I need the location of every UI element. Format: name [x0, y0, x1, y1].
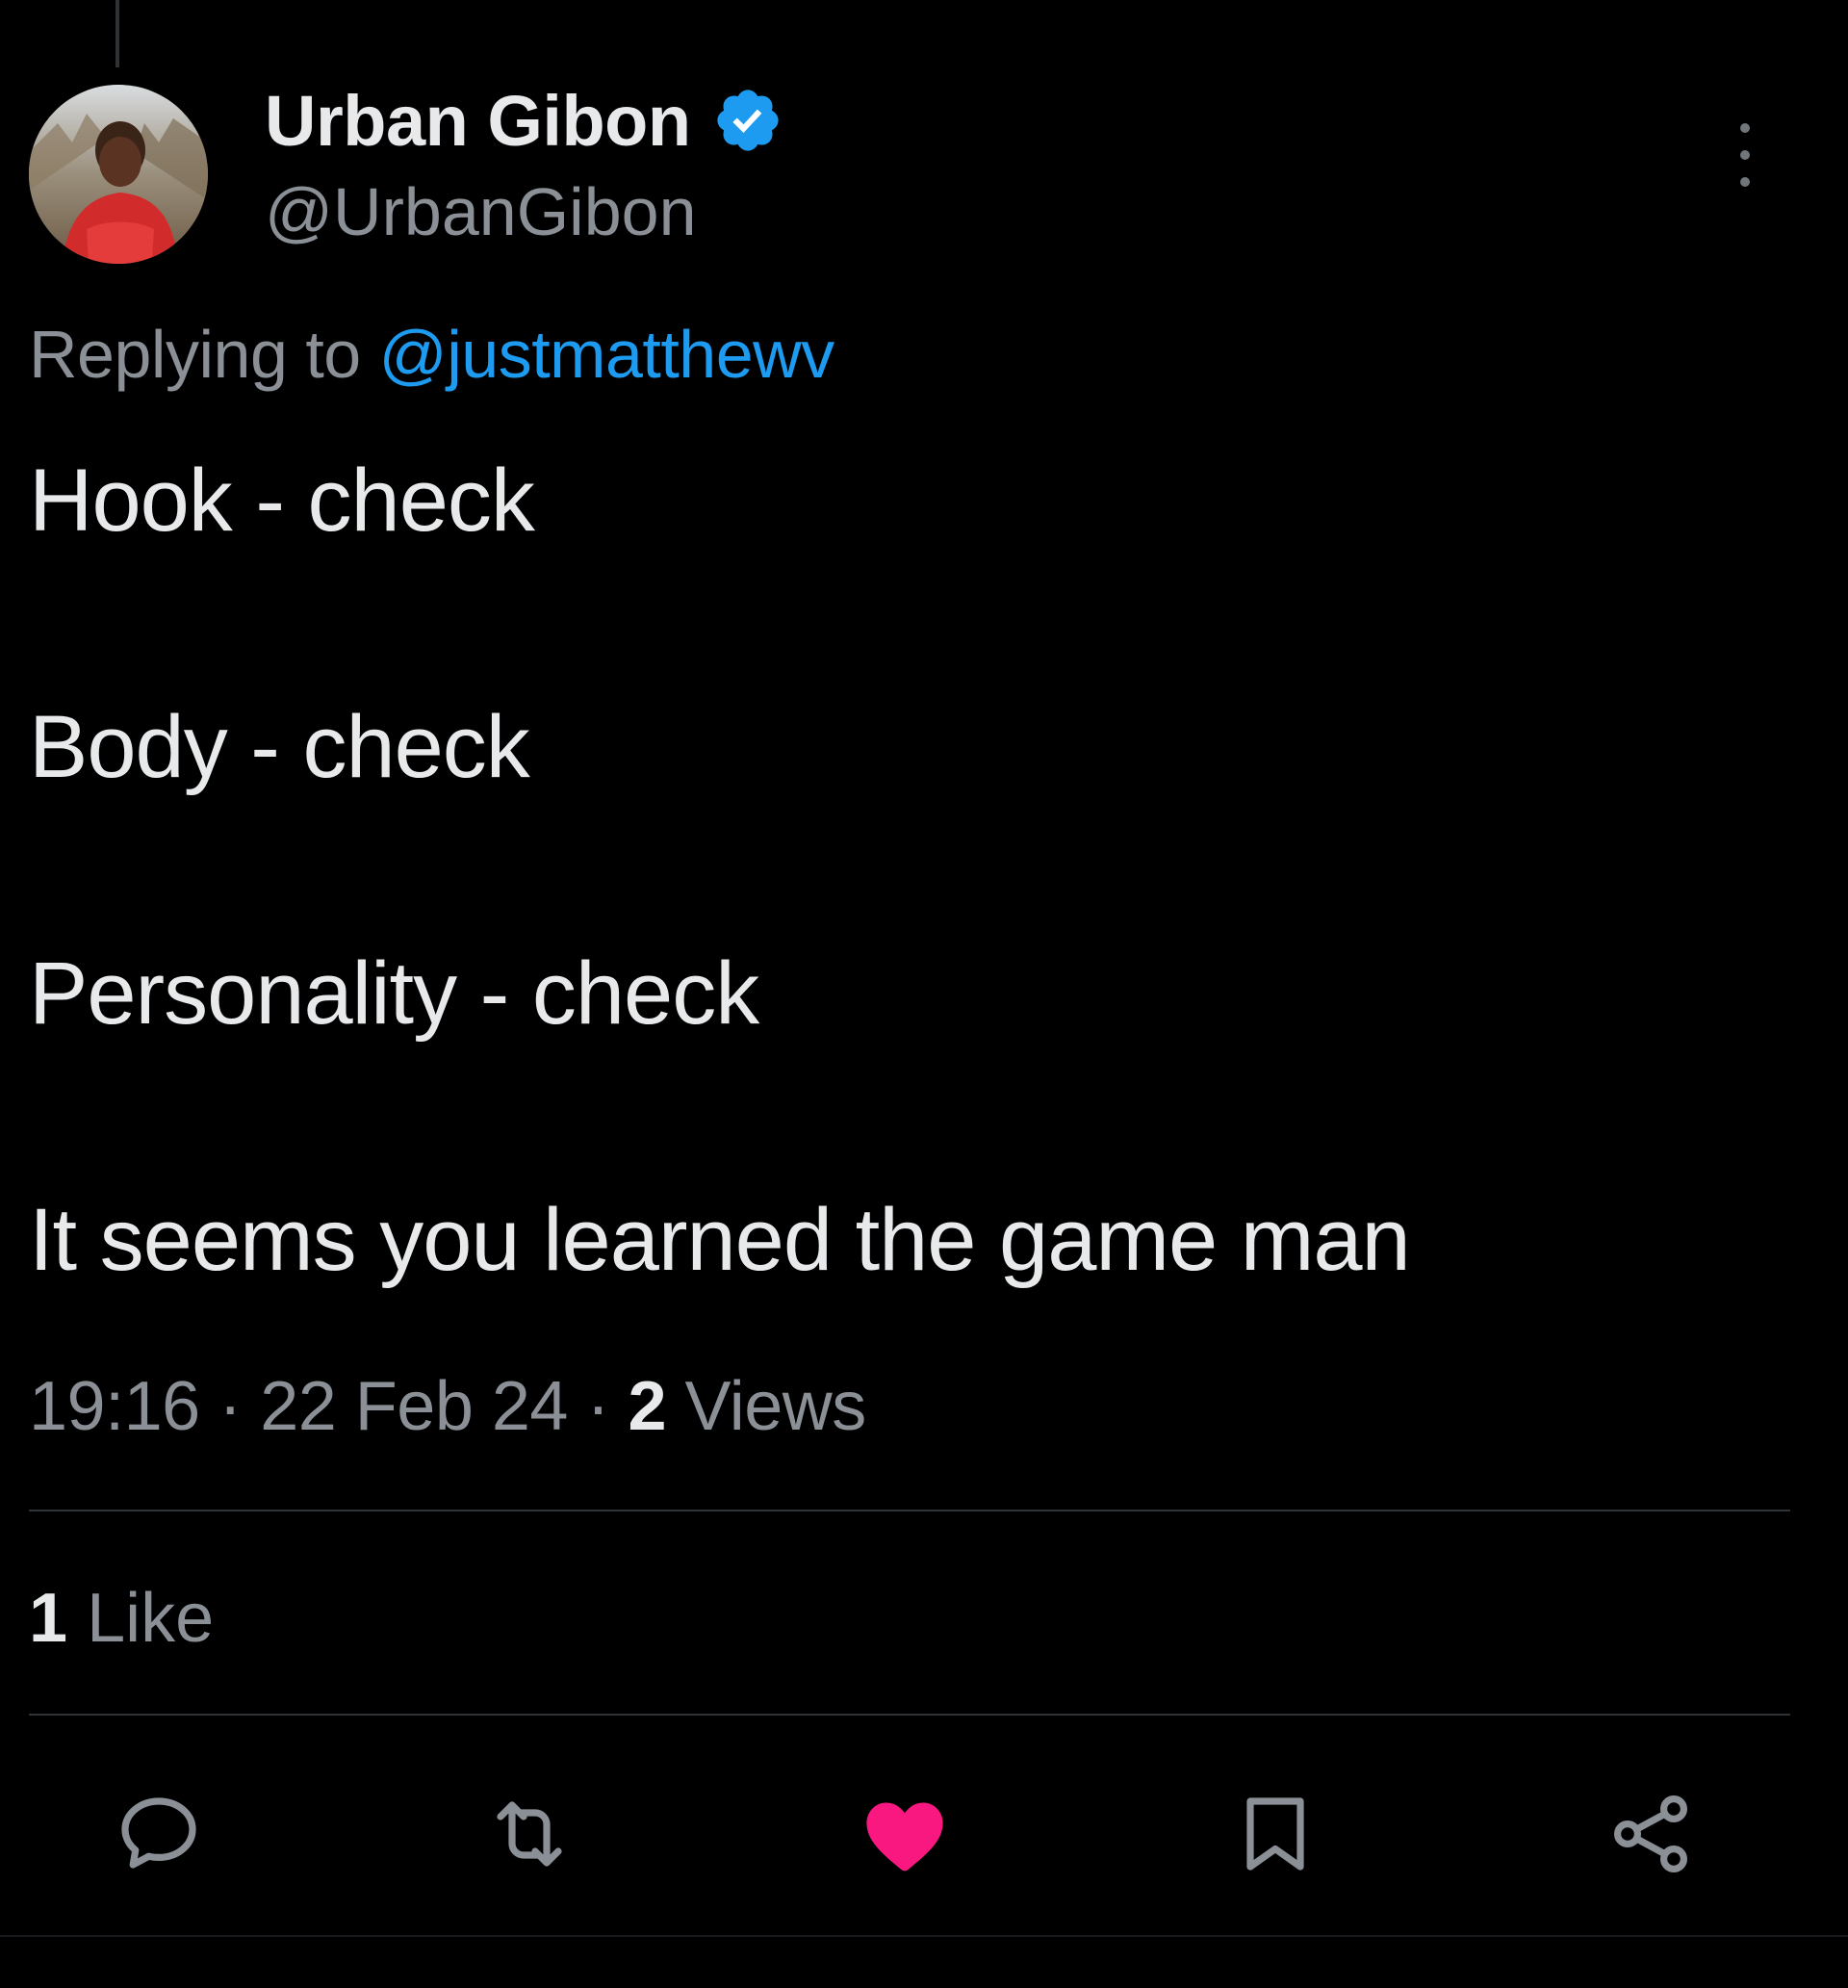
share-icon: [1614, 1795, 1687, 1872]
tweet-time[interactable]: 19:16: [29, 1368, 200, 1445]
tweet-text-line: Body - check: [29, 698, 530, 796]
verified-badge-icon: [716, 90, 779, 151]
action-bar: [0, 1771, 1848, 1887]
tweet-text-line: It seems you learned the game man: [29, 1191, 1411, 1289]
more-dot: [1740, 150, 1750, 160]
like-icon: [866, 1802, 943, 1872]
likes-label: Like: [87, 1580, 215, 1657]
likes-summary[interactable]: 1 Like: [29, 1579, 214, 1658]
like-button[interactable]: [852, 1781, 958, 1887]
bookmark-button[interactable]: [1222, 1781, 1328, 1887]
meta-separator: ·: [586, 1368, 609, 1445]
retweet-button[interactable]: [476, 1781, 582, 1887]
tweet-date[interactable]: 22 Feb 24: [260, 1368, 568, 1445]
share-button[interactable]: [1598, 1781, 1704, 1887]
thread-connector-line: [116, 0, 119, 67]
likes-count: 1: [29, 1580, 68, 1657]
tweet-meta: 19:16 · 22 Feb 24 · 2 Views: [29, 1367, 866, 1446]
tweet-text-line: Personality - check: [29, 944, 759, 1043]
avatar[interactable]: [29, 85, 208, 264]
more-dot: [1740, 123, 1750, 133]
replying-prefix: Replying to: [29, 317, 361, 392]
reply-icon: [121, 1797, 196, 1869]
reply-button[interactable]: [106, 1781, 212, 1887]
replying-to-line: Replying to @justmatthewv: [29, 316, 834, 393]
divider: [29, 1714, 1790, 1716]
views-count: 2: [628, 1368, 667, 1445]
author-handle[interactable]: @UrbanGibon: [265, 173, 697, 250]
tweet-detail: Urban Gibon @UrbanGibon Replying to @jus…: [0, 0, 1848, 1988]
views-label: Views: [684, 1368, 867, 1445]
tweet-text-line: Hook - check: [29, 452, 535, 550]
retweet-icon: [497, 1801, 562, 1867]
author-display-name[interactable]: Urban Gibon: [265, 80, 691, 162]
avatar-image: [29, 85, 208, 264]
meta-separator: ·: [218, 1368, 242, 1445]
bottom-divider: [0, 1935, 1848, 1937]
more-dot: [1740, 177, 1750, 187]
bookmark-icon: [1246, 1797, 1304, 1871]
replying-to-mention[interactable]: @justmatthewv: [379, 317, 835, 392]
author-name-row[interactable]: Urban Gibon: [265, 77, 783, 164]
divider: [29, 1510, 1790, 1511]
more-options-icon[interactable]: [1723, 123, 1767, 187]
